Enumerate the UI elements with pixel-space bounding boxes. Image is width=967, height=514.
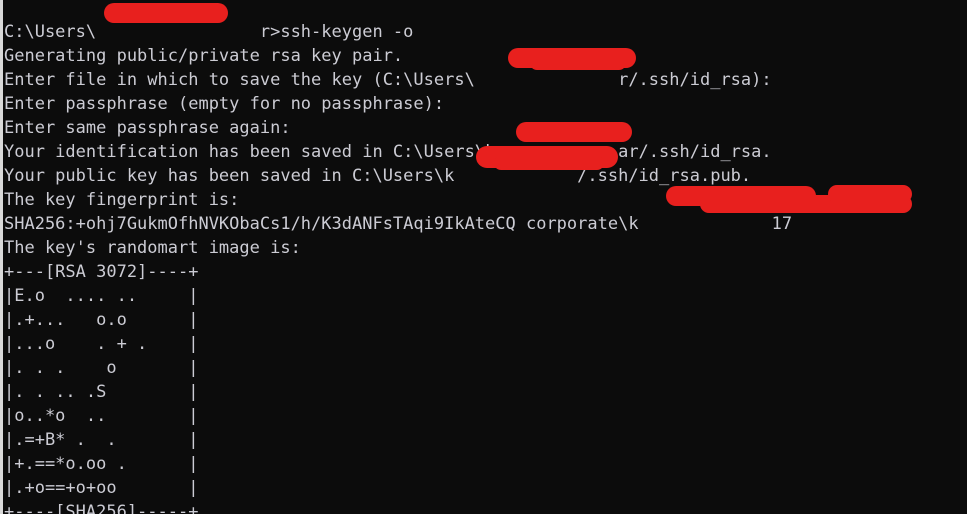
console-line: The key's randomart image is:: [4, 238, 301, 258]
console-line: SHA256:+ohj7GukmOfhNVKObaCs1/h/K3dANFsTA…: [4, 214, 793, 234]
randomart-row: |.+o==+o+oo |: [4, 478, 199, 498]
randomart-row: |.=+B* . . |: [4, 430, 199, 450]
randomart-row: |...o . + . |: [4, 334, 199, 354]
randomart-row: |E.o .... .. |: [4, 286, 199, 306]
randomart-row: |.+... o.o |: [4, 310, 199, 330]
console-line: Enter passphrase (empty for no passphras…: [4, 94, 445, 114]
terminal-window[interactable]: C:\Users\ r>ssh-keygen -o Generating pub…: [0, 0, 967, 514]
randomart-border-top: +---[RSA 3072]----+: [4, 262, 199, 282]
window-left-edge: [0, 0, 3, 514]
console-line: C:\Users\ r>ssh-keygen -o: [4, 22, 414, 42]
randomart-row: |o..*o .. |: [4, 406, 199, 426]
console-line: The key fingerprint is:: [4, 190, 240, 210]
randomart-border-bottom: +----[SHA256]-----+: [4, 502, 199, 514]
console-output: C:\Users\ r>ssh-keygen -o Generating pub…: [4, 20, 967, 514]
console-line: Your public key has been saved in C:\Use…: [4, 166, 752, 186]
randomart-row: |+.==*o.oo . |: [4, 454, 199, 474]
console-line: Generating public/private rsa key pair.: [4, 46, 404, 66]
console-line: Your identification has been saved in C:…: [4, 142, 772, 162]
console-line: Enter file in which to save the key (C:\…: [4, 70, 772, 90]
randomart-row: |. . .. .S |: [4, 382, 199, 402]
randomart-row: |. . . o |: [4, 358, 199, 378]
console-line: Enter same passphrase again:: [4, 118, 291, 138]
